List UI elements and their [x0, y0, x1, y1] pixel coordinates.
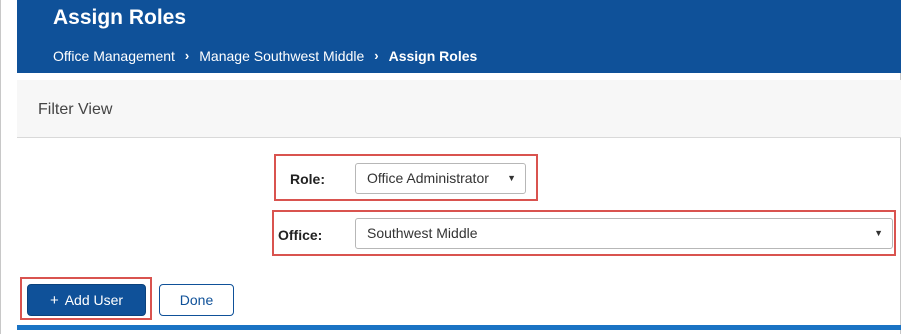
app-frame: Assign Roles Office Management › Manage … [0, 0, 901, 334]
caret-down-icon: ▼ [874, 228, 883, 238]
add-user-label: Add User [64, 292, 124, 308]
page-header: Assign Roles Office Management › Manage … [17, 0, 901, 73]
breadcrumb-office-management[interactable]: Office Management [53, 47, 175, 65]
role-select[interactable]: Office Administrator ▼ [355, 163, 526, 194]
bottom-accent-bar [17, 325, 901, 330]
breadcrumb-current: Assign Roles [388, 48, 478, 64]
plus-icon: + [49, 292, 59, 309]
done-button[interactable]: Done [159, 284, 234, 316]
office-select[interactable]: Southwest Middle ▼ [355, 218, 893, 249]
role-label: Role: [290, 171, 325, 187]
office-select-value: Southwest Middle [367, 225, 478, 241]
filter-view-bar: Filter View [17, 80, 901, 138]
page-title: Assign Roles [53, 6, 187, 29]
add-user-button[interactable]: + Add User [27, 284, 146, 316]
role-select-value: Office Administrator [367, 170, 489, 186]
caret-down-icon: ▼ [507, 173, 516, 183]
chevron-right-icon: › [184, 48, 190, 63]
breadcrumb-manage-southwest-middle[interactable]: Manage Southwest Middle [199, 47, 364, 65]
breadcrumb: Office Management › Manage Southwest Mid… [53, 47, 477, 65]
chevron-right-icon: › [374, 48, 379, 63]
office-label: Office: [278, 227, 323, 243]
filter-view-title: Filter View [38, 101, 113, 118]
